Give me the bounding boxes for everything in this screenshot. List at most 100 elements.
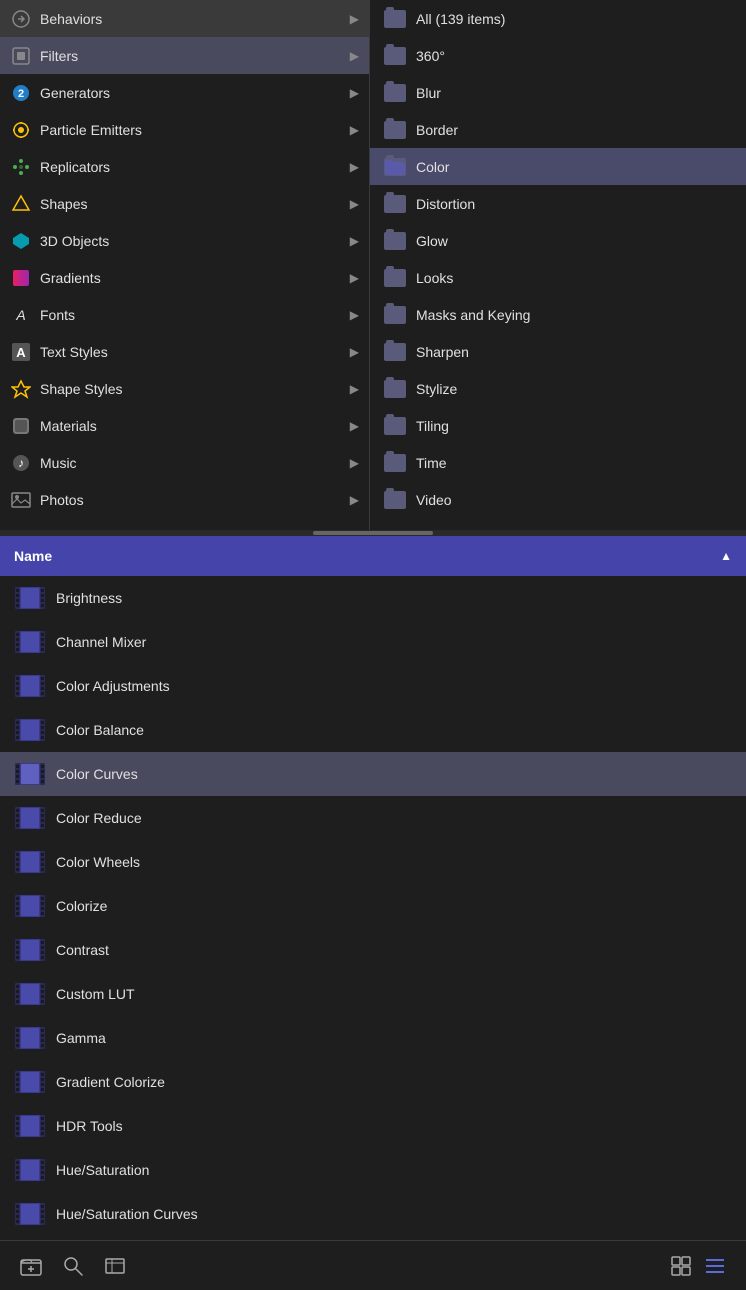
sidebar-item-materials[interactable]: Materials▶ [0, 407, 369, 444]
filter-item-gamma[interactable]: Gamma [0, 1016, 746, 1060]
list-view-button[interactable] [704, 1255, 726, 1277]
grid-view-button[interactable] [670, 1255, 692, 1277]
shape-styles-arrow: ▶ [350, 382, 359, 396]
filter-item-color-reduce[interactable]: Color Reduce [0, 796, 746, 840]
shapes-arrow: ▶ [350, 197, 359, 211]
sidebar-item-photos[interactable]: Photos▶ [0, 481, 369, 518]
folder-item-color[interactable]: Color [370, 148, 746, 185]
shape-styles-label: Shape Styles [40, 381, 350, 397]
distortion-folder-icon [384, 195, 406, 213]
replicators-arrow: ▶ [350, 160, 359, 174]
sidebar-item-particle-emitters[interactable]: Particle Emitters▶ [0, 111, 369, 148]
sidebar-item-shape-styles[interactable]: Shape Styles▶ [0, 370, 369, 407]
bottom-toolbar [0, 1240, 746, 1290]
colorize-name: Colorize [56, 898, 107, 914]
sidebar-item-replicators[interactable]: Replicators▶ [0, 148, 369, 185]
filter-item-hue-saturation[interactable]: Hue/Saturation [0, 1148, 746, 1192]
folder-item-time[interactable]: Time [370, 444, 746, 481]
folder-item-border[interactable]: Border [370, 111, 746, 148]
contrast-film-icon [14, 937, 46, 963]
materials-arrow: ▶ [350, 419, 359, 433]
sidebar-item-fonts[interactable]: AFonts▶ [0, 296, 369, 333]
color-adjustments-name: Color Adjustments [56, 678, 170, 694]
sidebar-item-3d-objects[interactable]: 3D Objects▶ [0, 222, 369, 259]
tiling-folder-icon [384, 417, 406, 435]
color-reduce-film-icon [14, 805, 46, 831]
gradients-arrow: ▶ [350, 271, 359, 285]
folder-item-glow[interactable]: Glow [370, 222, 746, 259]
filter-item-color-curves[interactable]: Color Curves [0, 752, 746, 796]
filters-label: Filters [40, 48, 350, 64]
video-folder-icon [384, 491, 406, 509]
music-label: Music [40, 455, 350, 471]
filter-item-hdr-tools[interactable]: HDR Tools [0, 1104, 746, 1148]
custom-lut-film-icon [14, 981, 46, 1007]
folder-item-distortion[interactable]: Distortion [370, 185, 746, 222]
masks-and-keying-folder-label: Masks and Keying [416, 307, 530, 323]
brightness-name: Brightness [56, 590, 122, 606]
shape-styles-icon [10, 378, 32, 400]
folder-item-sharpen[interactable]: Sharpen [370, 333, 746, 370]
hdr-tools-film-icon [14, 1113, 46, 1139]
fonts-arrow: ▶ [350, 308, 359, 322]
time-folder-icon [384, 454, 406, 472]
3d-objects-icon [10, 230, 32, 252]
music-icon: ♪ [10, 452, 32, 474]
folder-item-all[interactable]: All (139 items) [370, 0, 746, 37]
filters-icon [10, 45, 32, 67]
sharpen-folder-icon [384, 343, 406, 361]
folder-item-stylize[interactable]: Stylize [370, 370, 746, 407]
filter-item-custom-lut[interactable]: Custom LUT [0, 972, 746, 1016]
gradient-colorize-film-icon [14, 1069, 46, 1095]
search-button[interactable] [62, 1255, 84, 1277]
border-folder-label: Border [416, 122, 458, 138]
blur-folder-icon [384, 84, 406, 102]
border-folder-icon [384, 121, 406, 139]
sidebar-item-music[interactable]: ♪Music▶ [0, 444, 369, 481]
folder-item-video[interactable]: Video [370, 481, 746, 518]
folder-item-tiling[interactable]: Tiling [370, 407, 746, 444]
photos-label: Photos [40, 492, 350, 508]
sidebar-item-text-styles[interactable]: AText Styles▶ [0, 333, 369, 370]
filter-item-contrast[interactable]: Contrast [0, 928, 746, 972]
folder-item-blur[interactable]: Blur [370, 74, 746, 111]
particle-emitters-arrow: ▶ [350, 123, 359, 137]
sidebar-item-behaviors[interactable]: Behaviors▶ [0, 0, 369, 37]
sidebar-item-shapes[interactable]: Shapes▶ [0, 185, 369, 222]
3d-objects-arrow: ▶ [350, 234, 359, 248]
filter-item-channel-mixer[interactable]: Channel Mixer [0, 620, 746, 664]
text-styles-arrow: ▶ [350, 345, 359, 359]
folder-item-looks[interactable]: Looks [370, 259, 746, 296]
sidebar-item-generators[interactable]: 2Generators▶ [0, 74, 369, 111]
filter-item-hue-saturation-curves[interactable]: Hue/Saturation Curves [0, 1192, 746, 1236]
gradient-colorize-name: Gradient Colorize [56, 1074, 165, 1090]
materials-label: Materials [40, 418, 350, 434]
hue-saturation-film-icon [14, 1157, 46, 1183]
photos-icon [10, 489, 32, 511]
folder-item-masks-and-keying[interactable]: Masks and Keying [370, 296, 746, 333]
filter-item-brightness[interactable]: Brightness [0, 576, 746, 620]
color-folder-icon [384, 158, 406, 176]
new-folder-button[interactable] [20, 1255, 42, 1277]
filters-arrow: ▶ [350, 49, 359, 63]
right-menu: All (139 items) 360°Blur Border ColorDistor… [370, 0, 746, 530]
tiling-folder-label: Tiling [416, 418, 449, 434]
folder-item-360[interactable]: 360° [370, 37, 746, 74]
svg-text:2: 2 [18, 88, 24, 100]
stylize-folder-label: Stylize [416, 381, 457, 397]
filter-item-color-wheels[interactable]: Color Wheels [0, 840, 746, 884]
color-wheels-film-icon [14, 849, 46, 875]
filter-item-color-adjustments[interactable]: Color Adjustments [0, 664, 746, 708]
all-folder-label: All (139 items) [416, 11, 505, 27]
name-header[interactable]: Name ▲ [0, 536, 746, 576]
sidebar-item-gradients[interactable]: Gradients▶ [0, 259, 369, 296]
bottom-panel: Name ▲ Brightness [0, 536, 746, 1240]
sidebar-item-filters[interactable]: Filters▶ [0, 37, 369, 74]
brightness-film-icon [14, 585, 46, 611]
scrollbar-thumb[interactable] [313, 531, 433, 535]
colorize-film-icon [14, 893, 46, 919]
filter-item-gradient-colorize[interactable]: Gradient Colorize [0, 1060, 746, 1104]
filter-item-color-balance[interactable]: Color Balance [0, 708, 746, 752]
filter-item-colorize[interactable]: Colorize [0, 884, 746, 928]
preview-button[interactable] [104, 1255, 126, 1277]
